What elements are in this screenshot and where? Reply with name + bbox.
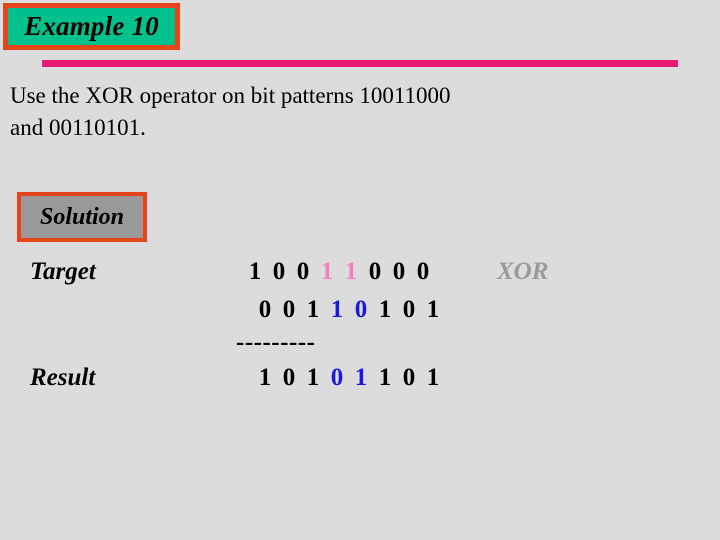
title-underline-rule (42, 60, 678, 67)
bit-digit: 1 (306, 296, 320, 323)
bit-digit: 0 (330, 364, 344, 391)
bit-digit: 0 (296, 258, 310, 285)
bit-digit: 0 (402, 296, 416, 323)
bit-digit: 0 (354, 296, 368, 323)
bit-pattern-target: 10011000 (243, 255, 435, 289)
bit-digit: 0 (392, 258, 406, 285)
bit-digit: 0 (282, 364, 296, 391)
row-label-target: Target (30, 258, 96, 285)
bit-digit: 0 (282, 296, 296, 323)
bit-digit: 1 (354, 364, 368, 391)
bit-digit: 1 (378, 296, 392, 323)
problem-statement-line-2: and 00110101. (10, 114, 146, 140)
calculation-separator-row: --------- (0, 329, 720, 361)
bit-digit: 1 (378, 364, 392, 391)
separator-dashes: --------- (236, 329, 316, 356)
bit-digit: 1 (330, 296, 344, 323)
page-title: Example 10 (24, 11, 159, 41)
bit-digit: 1 (320, 258, 334, 285)
solution-heading-label: Solution (39, 204, 125, 230)
problem-statement-line-1: Use the XOR operator on bit patterns 100… (10, 83, 451, 108)
bit-pattern-result: 10101101 (253, 361, 445, 395)
slide-canvas: Example 10 Use the XOR operator on bit p… (0, 0, 720, 540)
row-label-result: Result (30, 364, 96, 391)
bit-digit: 1 (306, 364, 320, 391)
problem-statement: Use the XOR operator on bit patterns 100… (10, 80, 700, 143)
bit-digit: 1 (258, 364, 272, 391)
bit-digit: 1 (426, 296, 440, 323)
calculation-row-result: Result 10101101 (0, 361, 720, 399)
bit-digit: 0 (416, 258, 430, 285)
slide-title-box: Example 10 (3, 3, 180, 50)
bit-digit: 0 (368, 258, 382, 285)
calculation-row-operand: 00110101 (0, 293, 720, 331)
solution-heading-box: Solution (17, 192, 147, 242)
bit-digit: 1 (248, 258, 262, 285)
calculation-row-target: Target 10011000 XOR (0, 255, 720, 293)
bit-pattern-operand: 00110101 (253, 293, 445, 327)
bit-digit: 1 (344, 258, 358, 285)
xor-calculation: Target 10011000 XOR 00110101 --------- R… (0, 255, 720, 399)
operator-label-xor: XOR (497, 258, 549, 285)
bit-digit: 0 (258, 296, 272, 323)
bit-digit: 1 (426, 364, 440, 391)
bit-digit: 0 (272, 258, 286, 285)
bit-digit: 0 (402, 364, 416, 391)
